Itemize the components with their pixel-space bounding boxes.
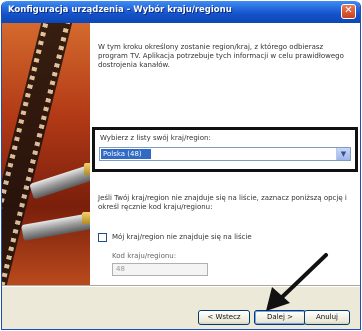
pointer-arrow-icon [266,253,328,311]
region-select-label: Wybierz z listy swój kraj/region: [100,134,211,142]
close-icon: ✕ [344,5,353,16]
region-not-listed-checkbox[interactable] [98,233,107,242]
plug-graphic [84,163,90,175]
side-banner-image [2,23,90,285]
plug-graphic [82,212,90,224]
region-dropdown[interactable]: Polska (48) ▼ [99,147,351,161]
back-button[interactable]: < Wstecz [198,310,250,325]
cable-graphic [21,213,90,241]
title-bar[interactable]: Konfiguracja urządzenia - Wybór kraju/re… [2,1,360,23]
region-not-listed-label[interactable]: Mój kraj/region nie znajduje się na liśc… [112,233,252,241]
country-code-input[interactable]: 48 [112,263,208,276]
country-code-label: Kod kraju/regionu: [112,252,177,260]
manual-code-info-text: Jeśli Twój kraj/region nie znajduje się … [98,194,347,211]
cable-graphic [29,162,90,200]
region-select-group: Wybierz z listy swój kraj/region: Polska… [92,127,358,172]
wizard-content: W tym kroku określony zostanie region/kr… [2,23,360,285]
close-button[interactable]: ✕ [341,4,356,19]
chevron-down-icon[interactable]: ▼ [336,148,350,160]
region-dropdown-value: Polska (48) [101,149,151,159]
film-strip-graphic [2,23,73,285]
wizard-window: Konfiguracja urządzenia - Wybór kraju/re… [1,1,361,330]
intro-text: W tym kroku określony zostanie region/kr… [98,43,344,69]
window-title: Konfiguracja urządzenia - Wybór kraju/re… [8,5,232,15]
